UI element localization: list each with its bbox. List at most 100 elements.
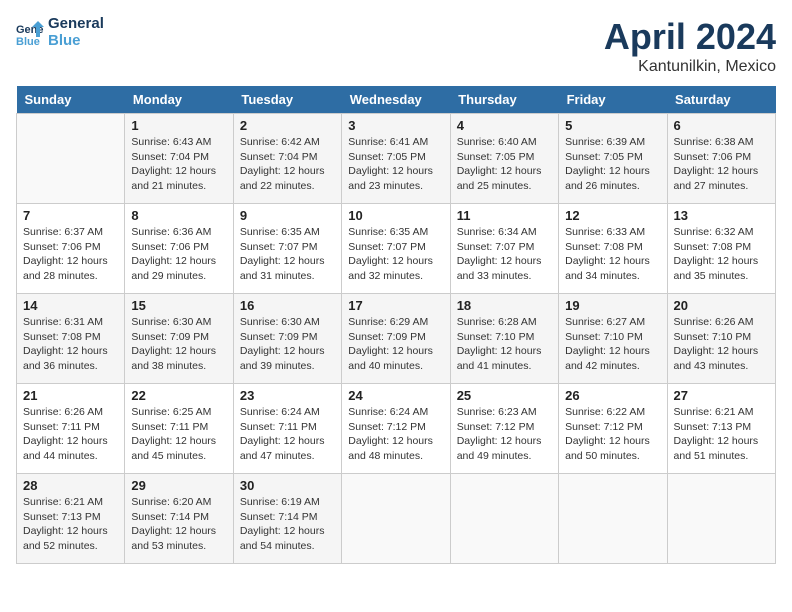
day-number: 11 [457,208,552,223]
day-info: Sunrise: 6:42 AM Sunset: 7:04 PM Dayligh… [240,135,335,194]
calendar-cell: 16 Sunrise: 6:30 AM Sunset: 7:09 PM Dayli… [233,294,341,384]
day-header-monday: Monday [125,86,233,114]
day-info: Sunrise: 6:36 AM Sunset: 7:06 PM Dayligh… [131,225,226,284]
calendar-cell: 20 Sunrise: 6:26 AM Sunset: 7:10 PM Dayli… [667,294,775,384]
day-number: 5 [565,118,660,133]
day-info: Sunrise: 6:26 AM Sunset: 7:11 PM Dayligh… [23,405,118,464]
calendar-cell: 22Sunrise: 6:25 AM Sunset: 7:11 PM Dayli… [125,384,233,474]
day-info: Sunrise: 6:28 AM Sunset: 7:10 PM Dayligh… [457,315,552,374]
week-row-1: 1 Sunrise: 6:43 AM Sunset: 7:04 PM Daylig… [17,114,776,204]
day-info: Sunrise: 6:38 AM Sunset: 7:06 PM Dayligh… [674,135,769,194]
day-info: Sunrise: 6:21 AM Sunset: 7:13 PM Dayligh… [23,495,118,554]
day-info: Sunrise: 6:35 AM Sunset: 7:07 PM Dayligh… [240,225,335,284]
day-number: 14 [23,298,118,313]
day-number: 19 [565,298,660,313]
calendar-cell: 27Sunrise: 6:21 AM Sunset: 7:13 PM Dayli… [667,384,775,474]
calendar-cell: 25Sunrise: 6:23 AM Sunset: 7:12 PM Dayli… [450,384,558,474]
calendar-header-row: SundayMondayTuesdayWednesdayThursdayFrid… [17,86,776,114]
day-number: 6 [674,118,769,133]
week-row-4: 21 Sunrise: 6:26 AM Sunset: 7:11 PM Dayli… [17,384,776,474]
day-number: 12 [565,208,660,223]
title-block: April 2024 Kantunilkin, Mexico [604,16,776,76]
day-number: 23 [240,388,335,403]
day-info: Sunrise: 6:30 AM Sunset: 7:09 PM Dayligh… [131,315,226,374]
calendar-cell: 4Sunrise: 6:40 AM Sunset: 7:05 PM Daylig… [450,114,558,204]
day-info: Sunrise: 6:25 AM Sunset: 7:11 PM Dayligh… [131,405,226,464]
logo-general: General [48,16,104,33]
day-info: Sunrise: 6:20 AM Sunset: 7:14 PM Dayligh… [131,495,226,554]
day-number: 28 [23,478,118,493]
day-header-sunday: Sunday [17,86,125,114]
calendar-cell: 12 Sunrise: 6:33 AM Sunset: 7:08 PM Dayli… [559,204,667,294]
svg-text:Blue: Blue [16,36,40,47]
day-info: Sunrise: 6:31 AM Sunset: 7:08 PM Dayligh… [23,315,118,374]
day-number: 21 [23,388,118,403]
calendar-cell: 19Sunrise: 6:27 AM Sunset: 7:10 PM Dayli… [559,294,667,384]
calendar-cell: 6 Sunrise: 6:38 AM Sunset: 7:06 PM Daylig… [667,114,775,204]
day-number: 26 [565,388,660,403]
day-number: 1 [131,118,226,133]
day-number: 24 [348,388,443,403]
day-info: Sunrise: 6:33 AM Sunset: 7:08 PM Dayligh… [565,225,660,284]
calendar-cell: 14 Sunrise: 6:31 AM Sunset: 7:08 PM Dayli… [17,294,125,384]
calendar-cell: 28 Sunrise: 6:21 AM Sunset: 7:13 PM Dayli… [17,474,125,564]
day-info: Sunrise: 6:34 AM Sunset: 7:07 PM Dayligh… [457,225,552,284]
day-number: 10 [348,208,443,223]
calendar-cell: 26Sunrise: 6:22 AM Sunset: 7:12 PM Dayli… [559,384,667,474]
day-info: Sunrise: 6:43 AM Sunset: 7:04 PM Dayligh… [131,135,226,194]
calendar-cell [450,474,558,564]
day-header-thursday: Thursday [450,86,558,114]
day-number: 4 [457,118,552,133]
day-number: 18 [457,298,552,313]
day-number: 16 [240,298,335,313]
day-info: Sunrise: 6:30 AM Sunset: 7:09 PM Dayligh… [240,315,335,374]
calendar-cell [559,474,667,564]
calendar-cell [342,474,450,564]
day-number: 9 [240,208,335,223]
calendar-cell: 30Sunrise: 6:19 AM Sunset: 7:14 PM Dayli… [233,474,341,564]
day-info: Sunrise: 6:37 AM Sunset: 7:06 PM Dayligh… [23,225,118,284]
day-number: 13 [674,208,769,223]
calendar-table: SundayMondayTuesdayWednesdayThursdayFrid… [16,86,776,564]
calendar-cell [667,474,775,564]
day-number: 3 [348,118,443,133]
day-number: 8 [131,208,226,223]
day-info: Sunrise: 6:23 AM Sunset: 7:12 PM Dayligh… [457,405,552,464]
calendar-cell: 7 Sunrise: 6:37 AM Sunset: 7:06 PM Daylig… [17,204,125,294]
week-row-2: 7 Sunrise: 6:37 AM Sunset: 7:06 PM Daylig… [17,204,776,294]
day-number: 20 [674,298,769,313]
calendar-cell [17,114,125,204]
calendar-cell: 21 Sunrise: 6:26 AM Sunset: 7:11 PM Dayli… [17,384,125,474]
day-number: 30 [240,478,335,493]
day-info: Sunrise: 6:21 AM Sunset: 7:13 PM Dayligh… [674,405,769,464]
day-info: Sunrise: 6:24 AM Sunset: 7:12 PM Dayligh… [348,405,443,464]
location-subtitle: Kantunilkin, Mexico [604,58,776,76]
day-info: Sunrise: 6:35 AM Sunset: 7:07 PM Dayligh… [348,225,443,284]
logo-blue: Blue [48,33,104,50]
day-header-friday: Friday [559,86,667,114]
logo: General Blue General Blue [16,16,104,49]
day-header-tuesday: Tuesday [233,86,341,114]
day-number: 15 [131,298,226,313]
month-title: April 2024 [604,16,776,58]
day-info: Sunrise: 6:26 AM Sunset: 7:10 PM Dayligh… [674,315,769,374]
week-row-5: 28 Sunrise: 6:21 AM Sunset: 7:13 PM Dayli… [17,474,776,564]
calendar-cell: 15 Sunrise: 6:30 AM Sunset: 7:09 PM Dayli… [125,294,233,384]
calendar-cell: 29Sunrise: 6:20 AM Sunset: 7:14 PM Dayli… [125,474,233,564]
calendar-body: 1 Sunrise: 6:43 AM Sunset: 7:04 PM Daylig… [17,114,776,564]
calendar-cell: 2Sunrise: 6:42 AM Sunset: 7:04 PM Daylig… [233,114,341,204]
day-info: Sunrise: 6:29 AM Sunset: 7:09 PM Dayligh… [348,315,443,374]
calendar-cell: 11 Sunrise: 6:34 AM Sunset: 7:07 PM Dayli… [450,204,558,294]
day-header-wednesday: Wednesday [342,86,450,114]
calendar-cell: 10 Sunrise: 6:35 AM Sunset: 7:07 PM Dayli… [342,204,450,294]
week-row-3: 14 Sunrise: 6:31 AM Sunset: 7:08 PM Dayli… [17,294,776,384]
day-info: Sunrise: 6:24 AM Sunset: 7:11 PM Dayligh… [240,405,335,464]
day-header-saturday: Saturday [667,86,775,114]
calendar-cell: 17 Sunrise: 6:29 AM Sunset: 7:09 PM Dayli… [342,294,450,384]
calendar-cell: 23 Sunrise: 6:24 AM Sunset: 7:11 PM Dayli… [233,384,341,474]
day-number: 17 [348,298,443,313]
day-number: 7 [23,208,118,223]
logo-icon: General Blue [16,19,44,47]
calendar-cell: 9 Sunrise: 6:35 AM Sunset: 7:07 PM Daylig… [233,204,341,294]
calendar-cell: 24 Sunrise: 6:24 AM Sunset: 7:12 PM Dayli… [342,384,450,474]
